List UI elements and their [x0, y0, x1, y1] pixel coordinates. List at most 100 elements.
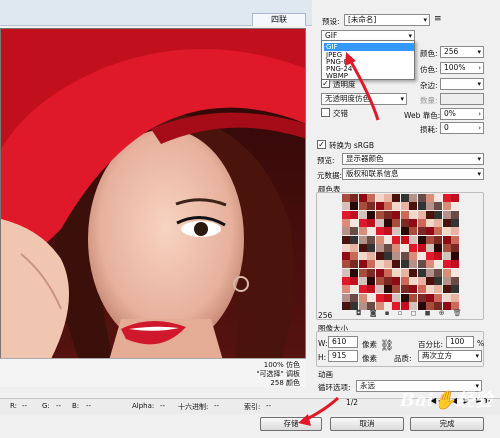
- color-swatch[interactable]: [417, 293, 426, 302]
- color-swatch[interactable]: [367, 260, 376, 269]
- color-swatch[interactable]: [434, 277, 443, 285]
- color-swatch[interactable]: [384, 268, 392, 277]
- color-swatch[interactable]: [409, 235, 418, 244]
- color-swatch[interactable]: [358, 252, 367, 261]
- quality-select[interactable]: 两次立方 ▾: [418, 350, 482, 362]
- color-swatch[interactable]: [417, 260, 426, 269]
- color-swatch[interactable]: [417, 285, 426, 294]
- color-swatch[interactable]: [426, 260, 434, 269]
- color-swatch[interactable]: [384, 252, 392, 261]
- color-swatch[interactable]: [375, 210, 384, 219]
- color-swatch[interactable]: [434, 260, 443, 269]
- color-swatch[interactable]: [451, 277, 460, 285]
- color-swatch[interactable]: [342, 243, 350, 252]
- save-button[interactable]: 存储: [260, 417, 322, 431]
- color-swatch[interactable]: [342, 194, 350, 202]
- color-swatch[interactable]: [392, 277, 401, 285]
- color-swatch[interactable]: [384, 194, 392, 202]
- color-swatch[interactable]: [342, 235, 350, 244]
- color-swatch[interactable]: [417, 202, 426, 211]
- color-swatch[interactable]: [375, 202, 384, 211]
- color-swatch[interactable]: [350, 260, 359, 269]
- color-swatch[interactable]: [442, 227, 451, 236]
- color-swatch[interactable]: [442, 277, 451, 285]
- color-swatch[interactable]: [451, 218, 460, 227]
- metadata-select[interactable]: 版权和联系信息 ▾: [342, 168, 484, 180]
- color-swatch[interactable]: [400, 268, 409, 277]
- color-table-grid[interactable]: [342, 194, 460, 310]
- color-swatch[interactable]: [392, 260, 401, 269]
- color-swatch[interactable]: [375, 293, 384, 302]
- color-swatch[interactable]: [358, 293, 367, 302]
- color-swatch[interactable]: [375, 252, 384, 261]
- color-swatch[interactable]: [434, 210, 443, 219]
- color-swatch[interactable]: [417, 227, 426, 236]
- transparency-checkbox[interactable]: ✓: [321, 79, 330, 88]
- color-swatch[interactable]: [392, 210, 401, 219]
- color-swatch[interactable]: [392, 293, 401, 302]
- color-swatch[interactable]: [434, 285, 443, 294]
- lossy-select[interactable]: 0 ›: [440, 122, 484, 134]
- link-icon[interactable]: ⛓: [380, 339, 394, 352]
- color-swatch[interactable]: [409, 260, 418, 269]
- color-swatch[interactable]: [417, 268, 426, 277]
- color-swatch[interactable]: [342, 227, 350, 236]
- color-swatch[interactable]: [342, 202, 350, 211]
- color-swatch[interactable]: [384, 210, 392, 219]
- color-swatch[interactable]: [342, 277, 350, 285]
- color-swatch[interactable]: [451, 235, 460, 244]
- color-swatch[interactable]: [426, 202, 434, 211]
- color-swatch[interactable]: [417, 243, 426, 252]
- color-swatch[interactable]: [342, 268, 350, 277]
- color-swatch[interactable]: [384, 277, 392, 285]
- color-swatch[interactable]: [392, 285, 401, 294]
- color-swatch[interactable]: [451, 202, 460, 211]
- color-swatch[interactable]: [358, 243, 367, 252]
- color-swatch[interactable]: [358, 194, 367, 202]
- color-swatch[interactable]: [350, 194, 359, 202]
- color-swatch[interactable]: [426, 218, 434, 227]
- color-swatch[interactable]: [367, 243, 376, 252]
- color-swatch[interactable]: [426, 243, 434, 252]
- color-swatch[interactable]: [442, 285, 451, 294]
- color-swatch[interactable]: [384, 243, 392, 252]
- color-swatch[interactable]: [434, 227, 443, 236]
- color-swatch[interactable]: [400, 194, 409, 202]
- color-swatch[interactable]: [367, 252, 376, 261]
- color-swatch[interactable]: [451, 194, 460, 202]
- color-swatch[interactable]: [409, 210, 418, 219]
- color-swatch[interactable]: [417, 235, 426, 244]
- color-swatch[interactable]: [451, 243, 460, 252]
- color-swatch[interactable]: [367, 218, 376, 227]
- color-swatch[interactable]: [442, 252, 451, 261]
- colors-select[interactable]: 256 ▾: [440, 46, 484, 58]
- color-swatch[interactable]: [400, 243, 409, 252]
- color-swatch[interactable]: [367, 235, 376, 244]
- color-swatch[interactable]: [384, 235, 392, 244]
- color-swatch[interactable]: [409, 243, 418, 252]
- color-swatch[interactable]: [400, 252, 409, 261]
- color-swatch[interactable]: [400, 227, 409, 236]
- color-swatch[interactable]: [342, 218, 350, 227]
- color-swatch[interactable]: [367, 194, 376, 202]
- interlaced-checkbox[interactable]: [321, 108, 330, 117]
- color-swatch[interactable]: [392, 202, 401, 211]
- color-swatch[interactable]: [350, 227, 359, 236]
- color-swatch[interactable]: [367, 277, 376, 285]
- tab-four-up[interactable]: 四联: [252, 13, 306, 26]
- color-swatch[interactable]: [384, 293, 392, 302]
- color-swatch[interactable]: [426, 252, 434, 261]
- color-swatch[interactable]: [409, 252, 418, 261]
- color-swatch[interactable]: [392, 252, 401, 261]
- color-swatch[interactable]: [384, 202, 392, 211]
- cancel-button[interactable]: 取消: [330, 417, 404, 431]
- color-swatch[interactable]: [358, 260, 367, 269]
- color-swatch[interactable]: [426, 293, 434, 302]
- color-swatch[interactable]: [409, 202, 418, 211]
- color-swatch[interactable]: [409, 293, 418, 302]
- color-swatch[interactable]: [358, 285, 367, 294]
- color-swatch[interactable]: [375, 243, 384, 252]
- matte-select[interactable]: ▾: [440, 78, 484, 90]
- color-swatch[interactable]: [451, 210, 460, 219]
- color-swatch[interactable]: [384, 260, 392, 269]
